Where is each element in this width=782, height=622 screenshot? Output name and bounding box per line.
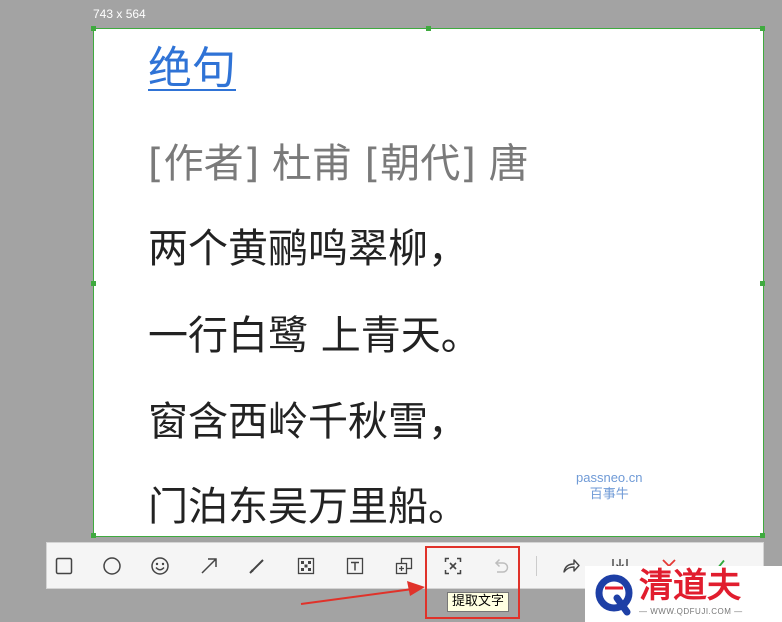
- poem-title: 绝句: [148, 43, 236, 94]
- pen-icon: [249, 559, 264, 574]
- capture-region[interactable]: 绝句 [作者] 杜甫 [朝代] 唐 两个黄鹂鸣翠柳， 一行白鹭 上青天。 窗含西…: [91, 26, 765, 538]
- resize-handle-left[interactable]: [91, 281, 96, 286]
- arrow-tool-button[interactable]: [196, 553, 222, 579]
- poem-line-2: 一行白鹭 上青天。: [148, 313, 481, 359]
- smiley-icon: [151, 557, 169, 575]
- pin-tool-button[interactable]: [391, 553, 417, 579]
- mosaic-tool-button[interactable]: [293, 553, 319, 579]
- selection-size-label: 743 x 564: [93, 7, 146, 21]
- brand-name: 清道夫: [639, 566, 741, 606]
- resize-handle-top-left[interactable]: [91, 26, 96, 31]
- watermark-site: passneo.cn: [576, 470, 643, 485]
- mosaic-icon: [297, 557, 315, 575]
- text-icon: [346, 557, 364, 575]
- rectangle-icon: [55, 557, 73, 575]
- poem-line-1: 两个黄鹂鸣翠柳，: [148, 226, 468, 272]
- share-icon: [563, 559, 580, 573]
- brand-mark-icon: [595, 574, 633, 616]
- poem-line-4: 门泊东吴万里船。: [148, 484, 468, 530]
- rectangle-tool-button[interactable]: [51, 553, 77, 579]
- poem-byline: [作者] 杜甫 [朝代] 唐: [148, 141, 529, 187]
- ellipse-icon: [103, 557, 121, 575]
- brand-logo: 清道夫 — WWW.QDFUJI.COM —: [585, 566, 782, 622]
- watermark-name: 百事牛: [589, 486, 629, 501]
- pin-icon: [395, 557, 413, 575]
- arrow-icon: [201, 558, 217, 574]
- annotation-arrow: [300, 581, 425, 605]
- share-button[interactable]: [558, 553, 584, 579]
- resize-handle-top[interactable]: [426, 26, 431, 31]
- resize-handle-top-right[interactable]: [760, 26, 765, 31]
- resize-handle-bottom-left[interactable]: [91, 533, 96, 538]
- toolbar-divider: [536, 556, 537, 576]
- tooltip: 提取文字: [447, 592, 510, 612]
- poem-line-3: 窗含西岭千秋雪，: [148, 399, 468, 445]
- brand-url: — WWW.QDFUJI.COM —: [639, 607, 743, 616]
- ellipse-tool-button[interactable]: [99, 553, 125, 579]
- emoji-tool-button[interactable]: [147, 553, 173, 579]
- resize-handle-right[interactable]: [760, 281, 765, 286]
- text-tool-button[interactable]: [342, 553, 368, 579]
- resize-handle-bottom-right[interactable]: [760, 533, 765, 538]
- pen-tool-button[interactable]: [244, 553, 270, 579]
- watermark: passneo.cn 百事牛: [576, 470, 643, 502]
